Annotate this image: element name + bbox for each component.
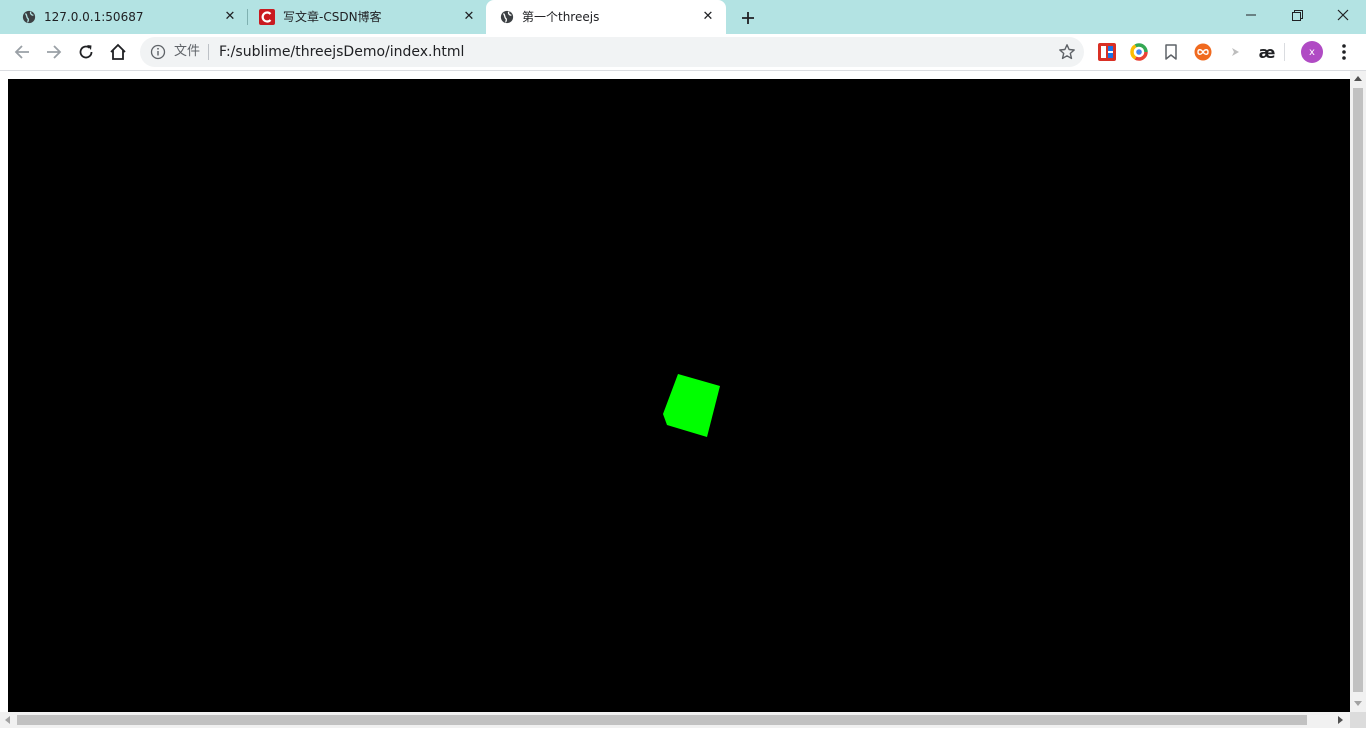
globe-icon [500,10,514,24]
toolbar-divider [1284,43,1285,61]
tab-title: 127.0.0.1:50687 [44,10,144,24]
close-icon [1337,9,1349,21]
restore-button[interactable] [1274,0,1320,30]
bookmark-icon[interactable] [1162,43,1180,61]
chrome-ring-icon[interactable] [1130,43,1148,61]
reload-button[interactable] [72,38,100,66]
new-tab-button[interactable] [738,8,758,28]
scroll-down-arrow-icon[interactable] [1354,701,1362,706]
arrow-icon[interactable] [1226,43,1244,61]
vertical-scrollbar[interactable] [1350,71,1366,712]
vertical-scroll-thumb[interactable] [1353,88,1363,692]
horizontal-scroll-thumb[interactable] [17,715,1307,725]
close-icon[interactable]: ✕ [700,9,716,25]
tab-localhost[interactable]: 127.0.0.1:50687 ✕ [8,0,248,34]
tab-title: 第一个threejs [522,10,600,24]
close-icon[interactable]: ✕ [461,9,477,25]
more-vertical-icon [1342,44,1346,60]
tab-threejs[interactable]: 第一个threejs ✕ [486,0,726,34]
scroll-up-arrow-icon[interactable] [1354,76,1362,81]
ae-text: æ [1258,42,1276,62]
avatar-initial: x [1309,46,1315,58]
restore-icon [1291,9,1303,21]
scheme-label: 文件 [174,44,201,59]
back-arrow-icon [14,45,29,59]
scrollbar-corner [1350,712,1366,728]
globe-icon [22,10,36,24]
info-icon[interactable] [150,44,166,60]
horizontal-scrollbar[interactable] [0,712,1350,728]
forward-button[interactable] [40,38,68,66]
scroll-left-arrow-icon[interactable] [5,716,10,724]
omnibox-divider [208,44,209,60]
home-button[interactable] [104,38,132,66]
ae-icon[interactable]: æ [1258,42,1276,62]
url-text[interactable]: F:/sublime/threejsDemo/index.html [219,44,464,60]
browser-toolbar: 文件 F:/sublime/threejsDemo/index.html æ x [0,34,1366,71]
avatar[interactable]: x [1301,41,1323,63]
csdn-icon [259,9,275,25]
forward-arrow-icon [47,45,62,59]
close-window-button[interactable] [1320,0,1366,30]
scroll-right-arrow-icon[interactable] [1338,716,1343,724]
menu-button[interactable] [1330,38,1358,66]
tab-strip: 127.0.0.1:50687 ✕ 写文章-CSDN博客 ✕ 第一个threej… [0,0,1366,34]
fe-helper-icon[interactable] [1098,43,1116,61]
reload-icon [79,45,93,59]
tab-csdn[interactable]: 写文章-CSDN博客 ✕ [247,0,487,34]
address-bar[interactable]: 文件 F:/sublime/threejsDemo/index.html [140,37,1084,67]
green-cube [663,374,720,437]
star-icon[interactable] [1058,43,1076,61]
tab-title: 写文章-CSDN博客 [283,10,382,24]
back-button[interactable] [8,38,36,66]
minimize-button[interactable] [1228,0,1274,30]
home-icon [110,43,126,60]
page-viewport [0,71,1366,729]
close-icon[interactable]: ✕ [222,9,238,25]
plus-icon [742,12,754,24]
minimize-icon [1246,14,1256,16]
threejs-canvas[interactable] [8,79,1350,712]
infinity-icon[interactable] [1194,43,1212,61]
